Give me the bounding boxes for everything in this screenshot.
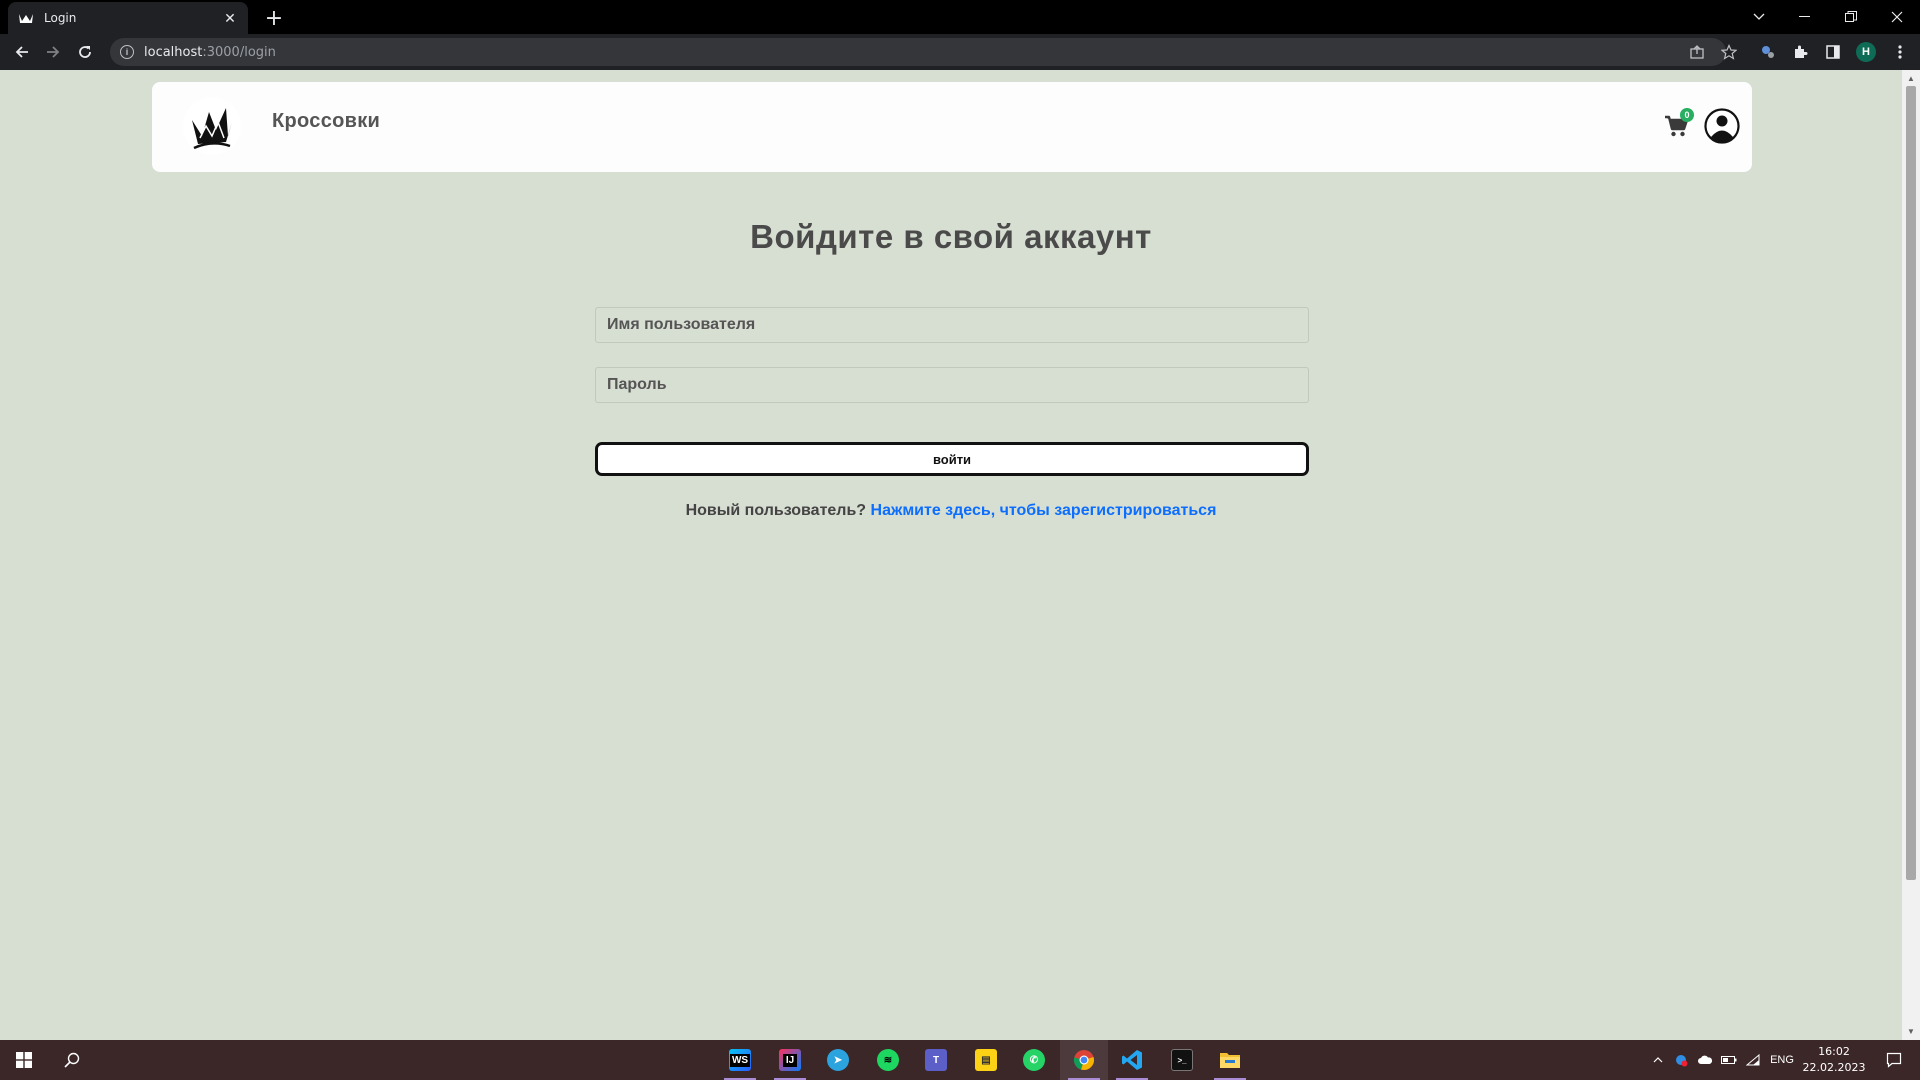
search-icon[interactable]: [48, 1040, 96, 1080]
brand-name[interactable]: Кроссовки: [272, 110, 380, 133]
restore-icon[interactable]: [1828, 0, 1874, 34]
share-icon[interactable]: [1687, 42, 1707, 62]
side-panel-icon[interactable]: [1823, 42, 1843, 62]
new-tab-button[interactable]: +: [262, 6, 286, 31]
battery-icon[interactable]: [1718, 1040, 1740, 1080]
minimize-icon[interactable]: [1782, 0, 1828, 34]
tab-close-icon[interactable]: ✕: [222, 10, 238, 26]
login-button[interactable]: войти: [595, 442, 1309, 476]
windows-taskbar: WS IJ ➤ ≋ T ▤ ✆ >_ ENG 16:02 22.02.2023: [0, 1040, 1920, 1080]
browser-menu-icon[interactable]: [1890, 42, 1910, 62]
url-text: localhost:3000/login: [144, 44, 276, 60]
system-clock[interactable]: 16:02 22.02.2023: [1800, 1044, 1868, 1076]
clock-date: 22.02.2023: [1802, 1061, 1866, 1074]
extension-icon[interactable]: [1758, 42, 1778, 62]
browser-toolbar: i localhost:3000/login H: [0, 34, 1920, 70]
browser-tab[interactable]: Login ✕: [8, 2, 248, 34]
intellij-icon[interactable]: IJ: [766, 1040, 814, 1080]
extensions-puzzle-icon[interactable]: [1790, 42, 1810, 62]
register-link[interactable]: Нажмите здесь, чтобы зарегистрироваться: [871, 502, 1217, 519]
telegram-icon[interactable]: ➤: [814, 1040, 862, 1080]
vscode-icon[interactable]: [1108, 1040, 1156, 1080]
page-title: Войдите в свой аккаунт: [750, 218, 1152, 255]
onedrive-cloud-icon[interactable]: [1694, 1040, 1716, 1080]
scroll-down-icon[interactable]: ▼: [1906, 1026, 1916, 1036]
whatsapp-icon[interactable]: ✆: [1010, 1040, 1058, 1080]
username-input[interactable]: [595, 307, 1309, 343]
chevron-up-icon[interactable]: [1648, 1040, 1668, 1080]
profile-avatar[interactable]: H: [1856, 42, 1876, 62]
sticky-notes-icon[interactable]: ▤: [962, 1040, 1010, 1080]
bookmark-star-icon[interactable]: [1719, 42, 1739, 62]
back-icon[interactable]: [10, 40, 34, 64]
notifications-icon[interactable]: [1876, 1040, 1912, 1080]
defender-tray-icon[interactable]: [1670, 1040, 1692, 1080]
clock-time: 16:02: [1818, 1045, 1850, 1058]
terminal-icon[interactable]: >_: [1158, 1040, 1206, 1080]
language-indicator[interactable]: ENG: [1766, 1040, 1798, 1080]
site-header: Кроссовки 0: [152, 82, 1752, 172]
wifi-icon[interactable]: [1742, 1040, 1764, 1080]
crown-favicon-icon: [18, 10, 34, 26]
crown-logo-icon[interactable]: [182, 96, 242, 156]
site-info-icon[interactable]: i: [120, 45, 134, 59]
page-scrollbar[interactable]: ▲ ▼: [1902, 70, 1920, 1040]
page-viewport: Кроссовки 0 Войдите в свой аккаунт войти…: [0, 70, 1902, 1040]
chrome-icon[interactable]: [1060, 1040, 1108, 1080]
password-input[interactable]: [595, 367, 1309, 403]
user-account-icon[interactable]: [1704, 108, 1740, 144]
reload-icon[interactable]: [73, 40, 97, 64]
cart-count-badge: 0: [1680, 108, 1694, 122]
scroll-up-icon[interactable]: ▲: [1906, 73, 1916, 83]
file-explorer-icon[interactable]: [1206, 1040, 1254, 1080]
address-bar[interactable]: i localhost:3000/login: [110, 38, 1726, 66]
register-prompt: Новый пользователь? Нажмите здесь, чтобы…: [0, 502, 1902, 520]
register-prompt-text: Новый пользователь?: [685, 502, 867, 519]
spotify-icon[interactable]: ≋: [864, 1040, 912, 1080]
close-window-icon[interactable]: [1874, 0, 1920, 34]
tab-title: Login: [44, 11, 77, 25]
tab-search-icon[interactable]: [1736, 0, 1782, 34]
windows-start-icon[interactable]: [0, 1040, 48, 1080]
webstorm-icon[interactable]: WS: [716, 1040, 764, 1080]
teams-icon[interactable]: T: [912, 1040, 960, 1080]
browser-tab-strip: Login ✕ +: [0, 0, 1920, 34]
scrollbar-thumb[interactable]: [1906, 86, 1916, 880]
forward-icon[interactable]: [41, 40, 65, 64]
